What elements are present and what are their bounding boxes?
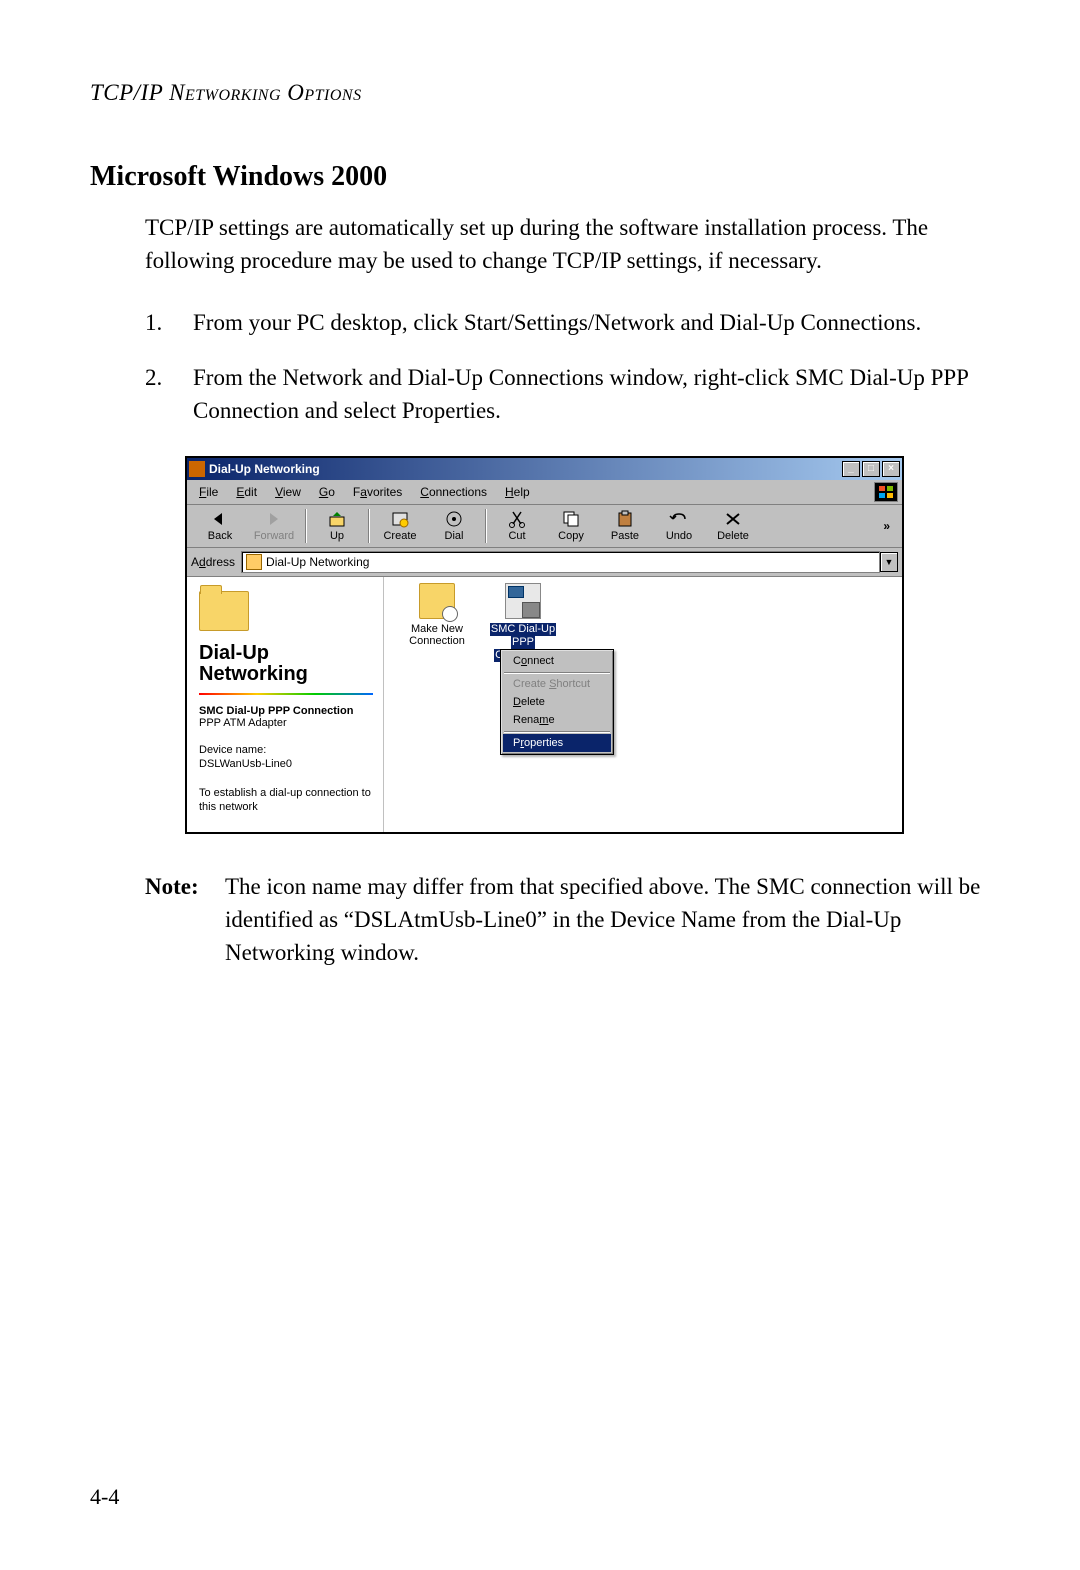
cut-icon — [507, 510, 527, 528]
toolbar-paste[interactable]: Paste — [598, 510, 652, 542]
window-title: Dial-Up Networking — [209, 462, 840, 476]
dialup-window: Dial-Up Networking _ □ × File Edit View … — [185, 456, 904, 834]
title-bar[interactable]: Dial-Up Networking _ □ × — [187, 458, 902, 480]
step-1: 1. From your PC desktop, click Start/Set… — [145, 306, 990, 339]
step-number: 1. — [145, 306, 193, 339]
note-label: Note: — [145, 870, 225, 970]
rainbow-divider — [199, 693, 373, 695]
icon-label: Make New Connection — [394, 623, 480, 647]
ctx-rename[interactable]: Rename — [503, 711, 611, 729]
menu-bar: File Edit View Go Favorites Connections … — [187, 480, 902, 505]
window-icon — [189, 461, 205, 477]
info-pane: Dial-Up Networking SMC Dial-Up PPP Conne… — [187, 577, 384, 832]
menu-connections[interactable]: Connections — [412, 484, 495, 500]
toolbar-delete[interactable]: Delete — [706, 510, 760, 542]
step-number: 2. — [145, 361, 193, 428]
selected-item-sub: PPP ATM Adapter — [199, 717, 373, 729]
device-info: Device name: DSLWanUsb-Line0 To establis… — [199, 743, 373, 814]
menu-edit[interactable]: Edit — [228, 484, 265, 500]
up-folder-icon — [327, 510, 347, 528]
close-button[interactable]: × — [882, 461, 900, 477]
address-value: Dial-Up Networking — [266, 555, 369, 569]
dial-icon — [444, 510, 464, 528]
ctx-delete[interactable]: Delete — [503, 693, 611, 711]
menu-view[interactable]: View — [267, 484, 309, 500]
toolbar-cut[interactable]: Cut — [490, 510, 544, 542]
large-folder-icon — [199, 591, 249, 631]
selected-item-name: SMC Dial-Up PPP Connection — [199, 705, 373, 717]
make-new-connection-icon[interactable]: Make New Connection — [394, 583, 480, 647]
menu-go[interactable]: Go — [311, 484, 343, 500]
maximize-button[interactable]: □ — [862, 461, 880, 477]
toolbar-dial[interactable]: Dial — [427, 510, 481, 542]
pane-title: Dial-Up Networking — [199, 643, 373, 685]
address-dropdown-button[interactable]: ▼ — [880, 552, 898, 572]
toolbar: Back Forward Up Create Dial — [187, 505, 902, 548]
connection-icon — [505, 583, 541, 619]
ctx-connect[interactable]: Connect — [503, 652, 611, 670]
running-header: TCP/IP Networking Options — [90, 80, 990, 106]
folder-icon — [246, 554, 262, 570]
ctx-create-shortcut[interactable]: Create Shortcut — [503, 675, 611, 693]
throbber-icon — [874, 482, 898, 502]
note-text: The icon name may differ from that speci… — [225, 870, 990, 970]
step-2: 2. From the Network and Dial-Up Connecti… — [145, 361, 990, 428]
toolbar-up[interactable]: Up — [310, 510, 364, 542]
toolbar-copy[interactable]: Copy — [544, 510, 598, 542]
ctx-properties[interactable]: Properties — [503, 734, 611, 752]
address-field[interactable]: Dial-Up Networking — [241, 551, 880, 573]
menu-file[interactable]: File — [191, 484, 226, 500]
menu-help[interactable]: Help — [497, 484, 538, 500]
toolbar-overflow[interactable]: » — [883, 519, 896, 533]
section-title: Microsoft Windows 2000 — [90, 161, 990, 193]
step-text: From the Network and Dial-Up Connections… — [193, 361, 990, 428]
menu-favorites[interactable]: Favorites — [345, 484, 410, 500]
toolbar-create[interactable]: Create — [373, 510, 427, 542]
step-text: From your PC desktop, click Start/Settin… — [193, 306, 990, 339]
toolbar-forward: Forward — [247, 510, 301, 542]
address-label: Address — [191, 555, 235, 569]
wizard-icon — [419, 583, 455, 619]
toolbar-back[interactable]: Back — [193, 510, 247, 542]
back-arrow-icon — [210, 510, 230, 528]
copy-icon — [561, 510, 581, 528]
minimize-button[interactable]: _ — [842, 461, 860, 477]
forward-arrow-icon — [264, 510, 284, 528]
intro-paragraph: TCP/IP settings are automatically set up… — [145, 211, 990, 278]
context-menu: Connect Create Shortcut Delete Rename Pr… — [500, 649, 614, 755]
delete-icon — [723, 510, 743, 528]
create-icon — [390, 510, 410, 528]
toolbar-undo[interactable]: Undo — [652, 510, 706, 542]
client-area: Dial-Up Networking SMC Dial-Up PPP Conne… — [187, 577, 902, 832]
icons-area[interactable]: Make New Connection SMC Dial-Up PPP Conn… — [384, 577, 902, 832]
page-number: 4-4 — [90, 1484, 119, 1510]
undo-icon — [669, 510, 689, 528]
address-bar: Address Dial-Up Networking ▼ — [187, 548, 902, 577]
paste-icon — [615, 510, 635, 528]
